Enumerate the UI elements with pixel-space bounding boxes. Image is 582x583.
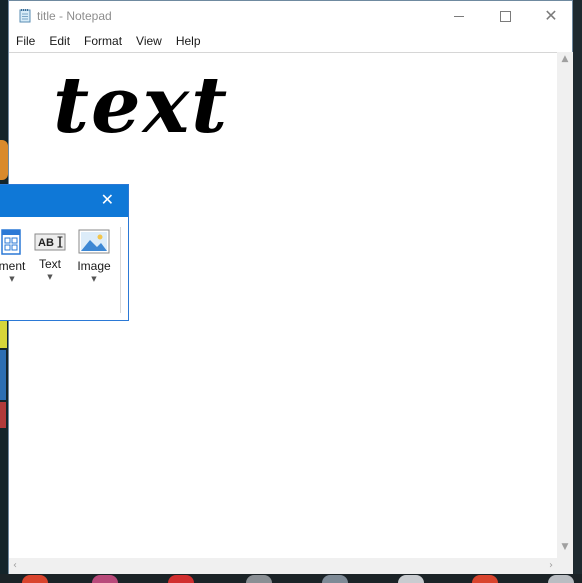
toolbar-separator [120,227,121,313]
desktop-wallpaper-shape [0,402,6,428]
window-title: title - Notepad [37,9,112,23]
text-box-icon: AB [34,233,66,251]
taskbar-app-icon[interactable] [398,575,424,583]
chevron-down-icon: ▼ [47,273,53,281]
scroll-right-arrow-icon[interactable]: › [549,560,553,571]
menu-bar: File Edit Format View Help [9,31,572,51]
close-icon[interactable]: ✕ [101,192,114,208]
minimize-icon [454,15,464,17]
taskbar-app-icon[interactable] [246,575,272,583]
menu-file[interactable]: File [9,31,42,51]
desktop-wallpaper-shape [0,140,8,180]
maximize-icon [499,10,511,22]
vertical-scrollbar[interactable]: ▲ ▼ [557,52,573,558]
image-icon [78,229,110,254]
insert-toolbar-titlebar[interactable]: ✕ [0,185,128,217]
menu-format[interactable]: Format [77,31,129,51]
insert-text-button[interactable]: AB Text ▼ [30,229,70,281]
title-bar[interactable]: title - Notepad ✕ [9,1,572,31]
chevron-down-icon: ▼ [9,275,15,283]
notepad-icon [19,9,31,23]
minimize-button[interactable] [436,1,482,31]
scroll-up-arrow-icon[interactable]: ▲ [557,54,573,68]
insert-text-label: Text [38,257,61,271]
menu-view[interactable]: View [129,31,169,51]
close-button[interactable]: ✕ [528,1,574,31]
insert-image-button[interactable]: Image ▼ [72,229,116,283]
insert-image-label: Image [77,259,111,273]
insert-document-button[interactable]: ment ▼ [0,229,32,283]
taskbar-app-icon[interactable] [548,575,574,583]
taskbar-app-icon[interactable] [322,575,348,583]
taskbar-chrome-icon[interactable] [22,575,48,583]
horizontal-scrollbar[interactable]: ‹ › [9,558,557,574]
editor-content: text [53,60,230,151]
desktop-wallpaper-shape [0,350,6,400]
insert-document-label: ment [0,259,26,273]
chevron-down-icon: ▼ [91,275,97,283]
desktop-wallpaper-shape [0,318,7,348]
scroll-down-arrow-icon[interactable]: ▼ [557,542,573,556]
svg-text:AB: AB [38,237,54,249]
document-layout-icon [1,229,21,255]
taskbar-app-icon[interactable] [168,575,194,583]
scrollbar-corner [557,558,573,574]
maximize-button[interactable] [482,1,528,31]
scroll-left-arrow-icon[interactable]: ‹ [13,560,17,571]
close-icon: ✕ [544,6,558,25]
taskbar-app-icon[interactable] [92,575,118,583]
menu-help[interactable]: Help [169,31,208,51]
taskbar-chrome-icon[interactable] [472,575,498,583]
insert-toolbar-window: ✕ ment ▼ AB Text ▼ Image ▼ [0,184,129,321]
menu-edit[interactable]: Edit [42,31,77,51]
